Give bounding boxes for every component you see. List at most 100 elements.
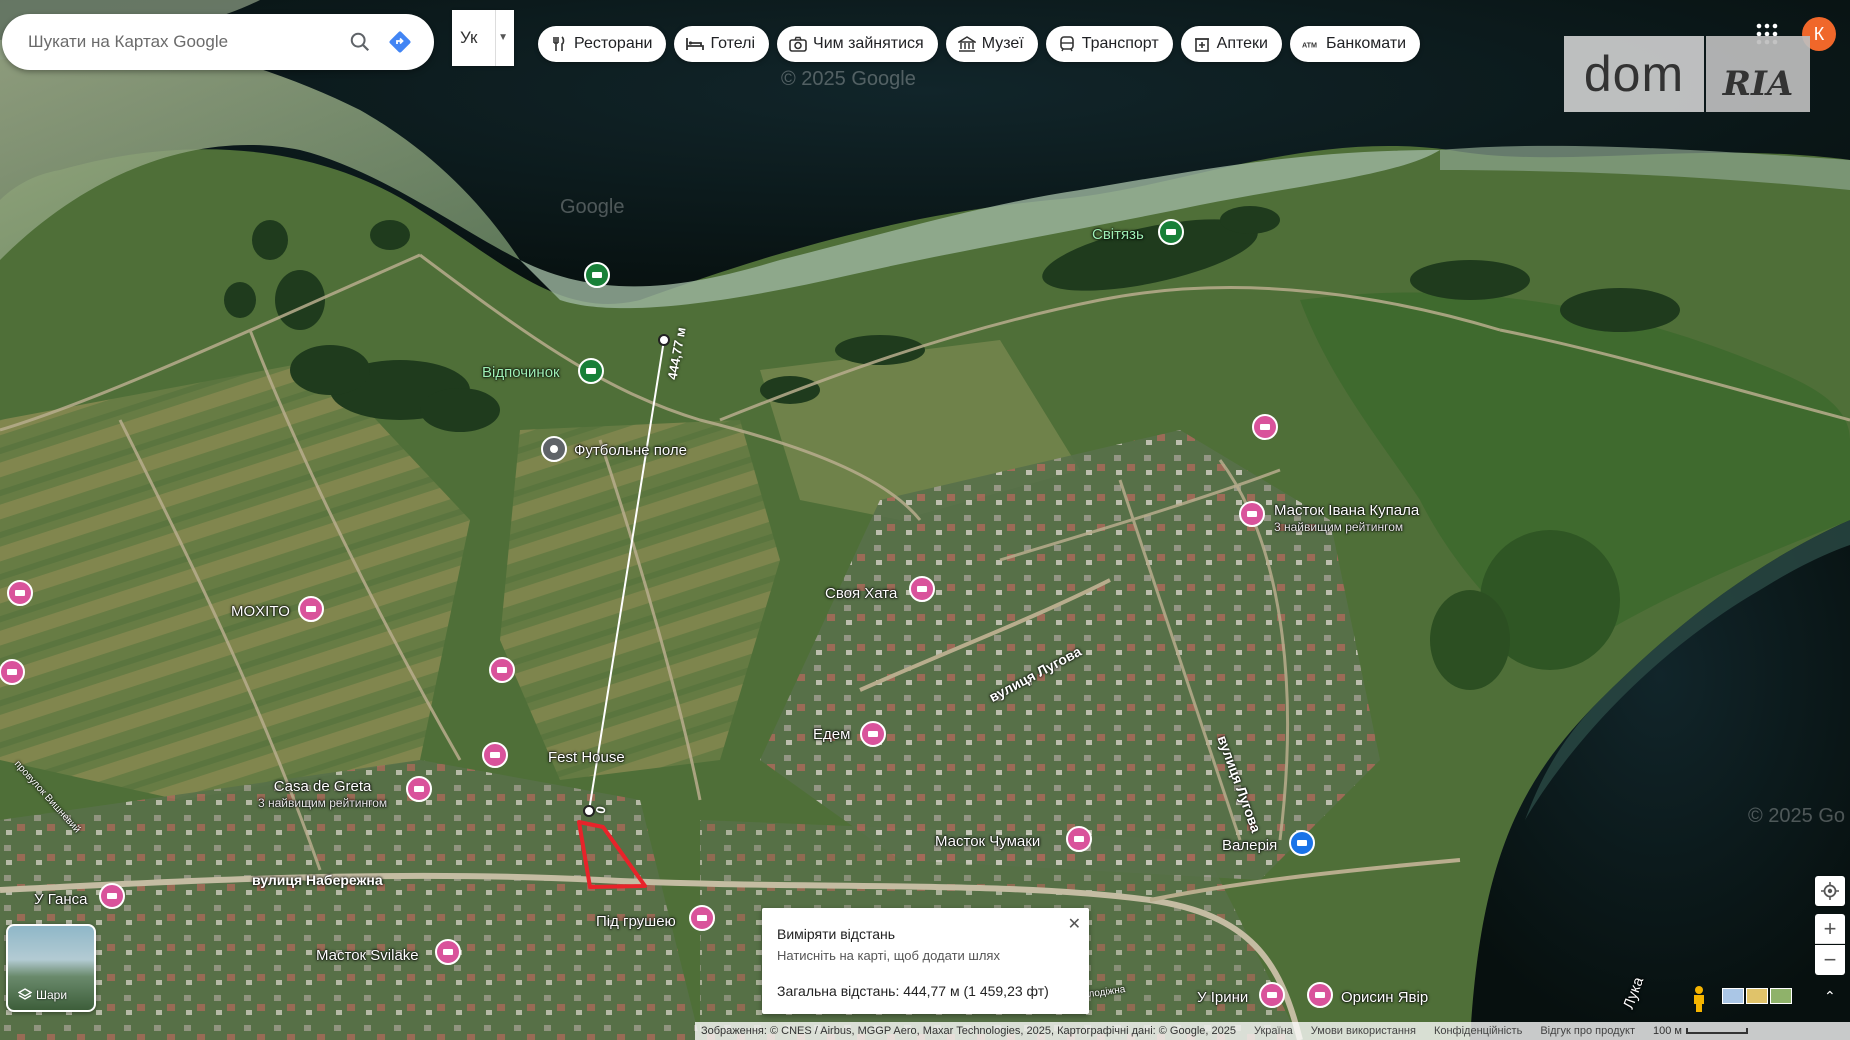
footer-feedback-link[interactable]: Відгук про продукт: [1540, 1025, 1635, 1037]
atm-icon: ATM: [1302, 35, 1320, 53]
footer-privacy-link[interactable]: Конфіденційність: [1434, 1025, 1522, 1037]
place-label-svitiaz[interactable]: Світязь: [1092, 226, 1144, 243]
hotel-pin-icon[interactable]: [298, 596, 324, 622]
layers-icon: [18, 988, 32, 1000]
hotel-pin-icon[interactable]: [1239, 501, 1265, 527]
search-input[interactable]: [28, 32, 340, 52]
park-pin-icon[interactable]: [578, 358, 604, 384]
place-label-vidpochynok[interactable]: Відпочинок: [482, 364, 560, 381]
hotel-pin-icon[interactable]: [860, 721, 886, 747]
category-chips: Ресторани Готелі Чим зайнятися Музеї Тра…: [538, 26, 1421, 62]
hotel-pin-icon[interactable]: [1307, 982, 1333, 1008]
pharmacy-icon: [1193, 35, 1211, 53]
place-label-fest-house[interactable]: Fest House: [548, 749, 625, 766]
language-label: Ук: [460, 28, 478, 47]
restaurant-icon: [550, 35, 568, 53]
pitch-pin-icon[interactable]: [541, 436, 567, 462]
camera-icon: [789, 35, 807, 53]
chip-restaurants[interactable]: Ресторани: [538, 26, 667, 62]
place-label-mastok-svilake[interactable]: Масток Svilake: [316, 947, 419, 964]
place-label-u-iryny[interactable]: У Ірини: [1197, 989, 1248, 1006]
directions-icon[interactable]: [380, 22, 420, 62]
place-label-futbolne-pole[interactable]: Футбольне поле: [574, 442, 687, 459]
place-label-moxito[interactable]: MOXITO: [231, 603, 290, 620]
avatar-initial: К: [1813, 23, 1825, 44]
place-label-edem[interactable]: Едем: [813, 726, 850, 743]
place-name: Casa de Greta: [273, 778, 372, 795]
scale-bar[interactable]: 100 м: [1653, 1025, 1748, 1037]
hotel-pin-icon[interactable]: [689, 905, 715, 931]
watermark-dom: dom: [1564, 36, 1704, 112]
hotel-pin-icon[interactable]: [99, 883, 125, 909]
svg-text:ATM: ATM: [1302, 41, 1317, 49]
transit-icon: [1058, 35, 1076, 53]
measure-end-point[interactable]: [658, 334, 670, 346]
park-pin-icon[interactable]: [1158, 219, 1184, 245]
place-label-orysyn-yavir[interactable]: Орисин Явір: [1341, 989, 1428, 1006]
footer-country-link[interactable]: Україна: [1254, 1025, 1293, 1037]
map-copyright-watermark: © 2025 Google: [781, 68, 916, 90]
place-label-mastok-chumaky[interactable]: Масток Чумаки: [935, 833, 1040, 850]
map-footer: Зображення: © CNES / Airbus, MGGP Aero, …: [695, 1022, 1850, 1040]
hotel-pin-icon[interactable]: [909, 576, 935, 602]
shop-pin-icon[interactable]: [1289, 830, 1315, 856]
layers-label-wrap: Шари: [18, 988, 67, 1002]
search-box: [2, 14, 434, 70]
language-selector[interactable]: Ук ▼: [452, 10, 514, 66]
chip-label: Транспорт: [1081, 35, 1159, 52]
chip-transit[interactable]: Транспорт: [1045, 26, 1173, 62]
dom-ria-watermark: dom RIA: [1564, 36, 1810, 112]
chevron-up-icon[interactable]: ⌃: [1824, 988, 1836, 1005]
layers-label: Шари: [36, 988, 68, 1002]
museum-icon: [957, 35, 976, 53]
chip-label: Готелі: [710, 35, 756, 52]
footer-attribution: Зображення: © CNES / Airbus, MGGP Aero, …: [701, 1025, 1236, 1037]
place-label-casa-de-greta[interactable]: Casa de Greta 3 найвищим рейтингом: [258, 778, 387, 810]
chip-things-to-do[interactable]: Чим зайнятися: [777, 26, 938, 62]
chip-label: Музеї: [981, 35, 1024, 52]
hotel-pin-icon[interactable]: [0, 659, 25, 685]
map-type-tiles: [1722, 988, 1792, 1004]
place-label-pid-grusheiu[interactable]: Під грушею: [596, 913, 676, 930]
chip-pharmacies[interactable]: Аптеки: [1180, 26, 1282, 62]
chip-label: Ресторани: [574, 35, 653, 52]
chevron-down-icon: ▼: [498, 32, 508, 43]
hotel-pin-icon[interactable]: [1252, 414, 1278, 440]
place-label-mastok-ivana-kupala[interactable]: Масток Івана Купала 3 найвищим рейтингом: [1274, 502, 1419, 534]
hotel-pin-icon[interactable]: [435, 939, 461, 965]
chip-atms[interactable]: ATM Банкомати: [1289, 26, 1421, 62]
pegman-icon[interactable]: [1688, 985, 1710, 1013]
tile-terrain[interactable]: [1746, 988, 1768, 1004]
hotel-pin-icon[interactable]: [482, 742, 508, 768]
zoom-in-button[interactable]: +: [1815, 914, 1845, 944]
map-google-watermark: Google: [560, 196, 625, 218]
measure-panel-hint: Натисніть на карті, щоб додати шлях: [777, 948, 1000, 963]
chip-label: Чим зайнятися: [813, 35, 924, 52]
crosshair-icon: [1821, 882, 1839, 900]
layers-button[interactable]: Шари: [6, 924, 96, 1012]
place-label-svoia-khata[interactable]: Своя Хата: [825, 585, 897, 602]
park-pin-icon[interactable]: [584, 262, 610, 288]
hotel-pin-icon[interactable]: [1066, 826, 1092, 852]
measure-total-distance: Загальна відстань: 444,77 м (1 459,23 фт…: [777, 983, 1049, 999]
place-name: Масток Івана Купала: [1274, 502, 1420, 519]
close-icon[interactable]: ✕: [1068, 914, 1081, 934]
search-icon[interactable]: [340, 22, 380, 62]
scale-line: [1685, 1028, 1748, 1034]
place-label-u-gansa[interactable]: У Ганса: [34, 891, 87, 908]
scale-label: 100 м: [1653, 1025, 1682, 1037]
chip-museums[interactable]: Музеї: [945, 26, 1038, 62]
my-location-button[interactable]: [1815, 876, 1845, 906]
tile-default-map[interactable]: [1722, 988, 1744, 1004]
place-rating-note: 3 найвищим рейтингом: [258, 796, 388, 810]
hotel-pin-icon[interactable]: [7, 580, 33, 606]
tile-satellite[interactable]: [1770, 988, 1792, 1004]
place-label-valeriia[interactable]: Валерія: [1222, 837, 1277, 854]
footer-terms-link[interactable]: Умови використання: [1311, 1025, 1416, 1037]
chip-label: Банкомати: [1325, 35, 1407, 52]
chip-hotels[interactable]: Готелі: [674, 26, 770, 62]
hotel-pin-icon[interactable]: [406, 776, 432, 802]
hotel-pin-icon[interactable]: [1259, 982, 1285, 1008]
hotel-pin-icon[interactable]: [489, 657, 515, 683]
zoom-out-button[interactable]: −: [1815, 945, 1845, 975]
